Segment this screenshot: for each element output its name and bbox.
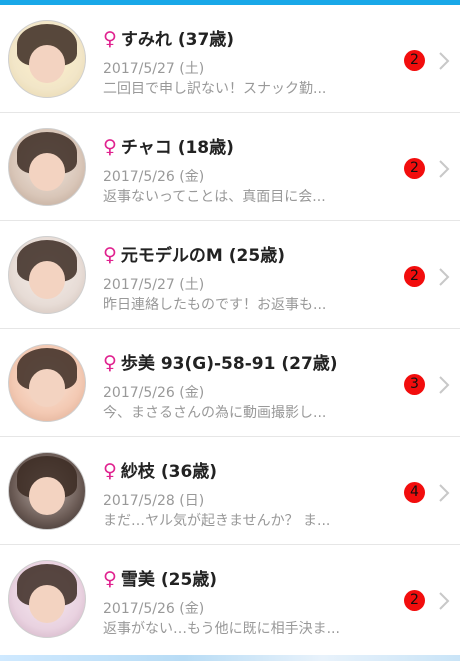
message-row[interactable]: ♀ 紗枝 (36歳) 2017/5/28 (日) まだ…ヤル気が起きませんか？ ま… <box>0 437 460 545</box>
message-row[interactable]: ♀ チャコ (18歳) 2017/5/26 (金) 返事ないってことは、真面目に会… <box>0 113 460 221</box>
avatar[interactable] <box>8 20 86 98</box>
chevron-right-icon <box>439 484 450 502</box>
chevron-right-icon <box>439 268 450 286</box>
message-row[interactable]: ♀ すみれ (37歳) 2017/5/27 (土) 二回目で申し訳ない！スナック勤… <box>0 5 460 113</box>
message-date: 2017/5/26 (金) <box>103 601 205 617</box>
sender-line: ♀ 元モデルのM (25歳) <box>103 243 285 267</box>
message-preview: まだ…ヤル気が起きませんか？ ま... <box>103 513 331 529</box>
message-date: 2017/5/26 (金) <box>103 169 205 185</box>
sender-name: チャコ <box>120 138 172 158</box>
bottom-banner-strip <box>0 655 460 661</box>
sender-line: ♀ 紗枝 (36歳) <box>103 459 217 483</box>
avatar[interactable] <box>8 128 86 206</box>
message-preview: 二回目で申し訳ない！スナック勤... <box>103 81 327 97</box>
female-icon: ♀ <box>103 460 117 482</box>
unread-badge: 2 <box>404 158 425 179</box>
sender-name: 紗枝 <box>120 462 155 482</box>
avatar[interactable] <box>8 236 86 314</box>
female-icon: ♀ <box>103 244 117 266</box>
sender-age: (27歳) <box>281 354 338 374</box>
message-date: 2017/5/27 (土) <box>103 61 205 77</box>
sender-name: 元モデルのM <box>120 246 223 266</box>
female-icon: ♀ <box>103 568 117 590</box>
sender-age: (37歳) <box>177 30 235 50</box>
unread-badge: 2 <box>404 50 425 71</box>
sender-name: すみれ <box>120 30 172 50</box>
message-preview: 返事ないってことは、真面目に会... <box>103 189 326 205</box>
message-preview: 返事がない…もう他に既に相手決ま... <box>103 621 340 637</box>
female-icon: ♀ <box>103 28 117 50</box>
unread-badge: 2 <box>404 590 425 611</box>
message-row[interactable]: ♀ 雪美 (25歳) 2017/5/26 (金) 返事がない…もう他に既に相手決ま… <box>0 545 460 653</box>
chevron-right-icon <box>439 160 450 178</box>
message-date: 2017/5/26 (金) <box>103 385 205 401</box>
sender-age: (25歳) <box>160 570 218 590</box>
avatar[interactable] <box>8 452 86 530</box>
avatar[interactable] <box>8 560 86 638</box>
message-date: 2017/5/28 (日) <box>103 493 205 509</box>
chevron-right-icon <box>439 376 450 394</box>
sender-line: ♀ 雪美 (25歳) <box>103 567 217 591</box>
message-date: 2017/5/27 (土) <box>103 277 205 293</box>
sender-name: 雪美 <box>120 570 155 590</box>
female-icon: ♀ <box>103 352 117 374</box>
sender-name: 歩美 93(G)-58-91 <box>120 354 276 374</box>
chevron-right-icon <box>439 52 450 70</box>
message-row[interactable]: ♀ 歩美 93(G)-58-91 (27歳) 2017/5/26 (金) 今、まさ… <box>0 329 460 437</box>
sender-age: (36歳) <box>160 462 218 482</box>
female-icon: ♀ <box>103 136 117 158</box>
message-preview: 昨日連絡したものです！お返事も... <box>103 297 327 313</box>
message-list: ♀ すみれ (37歳) 2017/5/27 (土) 二回目で申し訳ない！スナック勤… <box>0 5 460 653</box>
chevron-right-icon <box>439 592 450 610</box>
sender-age: (18歳) <box>177 138 234 158</box>
message-row[interactable]: ♀ 元モデルのM (25歳) 2017/5/27 (土) 昨日連絡したものです！お… <box>0 221 460 329</box>
avatar[interactable] <box>8 344 86 422</box>
sender-line: ♀ 歩美 93(G)-58-91 (27歳) <box>103 351 338 375</box>
unread-badge: 2 <box>404 266 425 287</box>
sender-line: ♀ チャコ (18歳) <box>103 135 234 159</box>
sender-age: (25歳) <box>228 246 285 266</box>
sender-line: ♀ すみれ (37歳) <box>103 27 234 51</box>
unread-badge: 4 <box>404 482 425 503</box>
message-preview: 今、まさるさんの為に動画撮影し... <box>103 405 327 421</box>
unread-badge: 3 <box>404 374 425 395</box>
